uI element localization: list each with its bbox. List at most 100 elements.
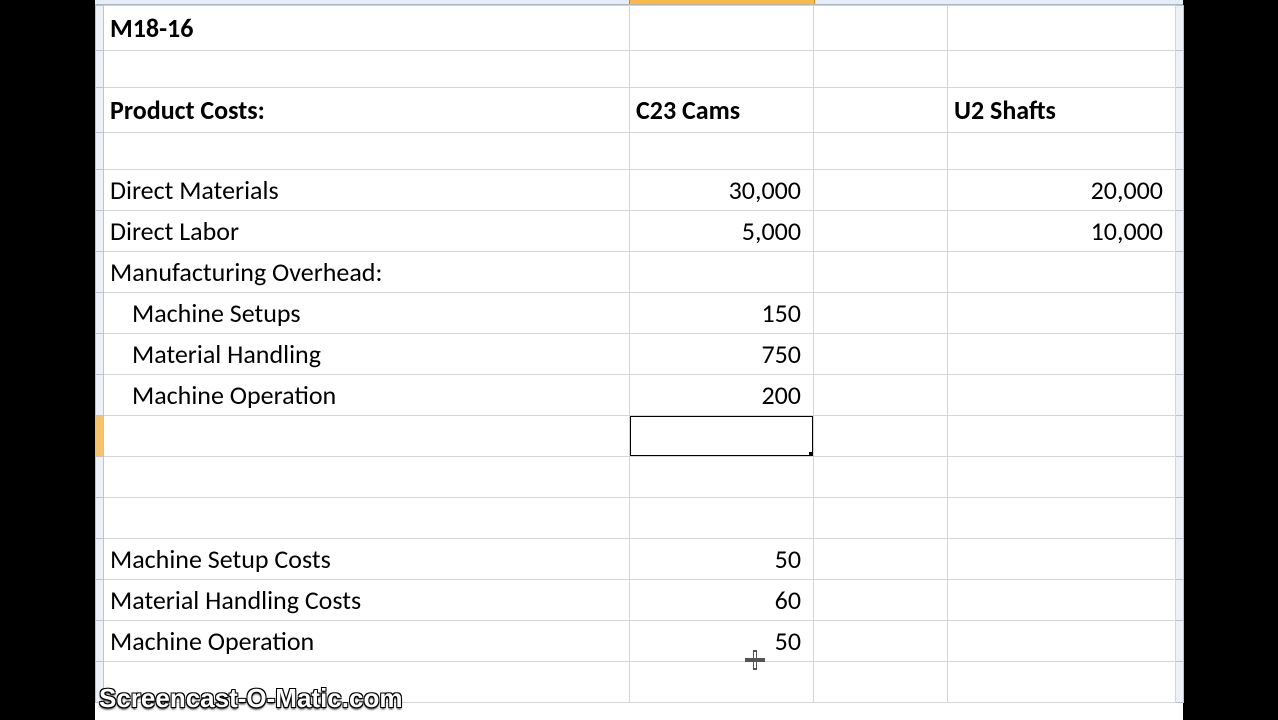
cell-value[interactable]: 30,000 [630,170,814,211]
cell[interactable] [948,580,1176,621]
cell[interactable] [948,252,1176,293]
cell[interactable] [814,662,948,703]
cell[interactable] [104,498,630,539]
cell-value[interactable]: 20,000 [948,170,1176,211]
cell[interactable] [1176,416,1184,457]
cell[interactable] [630,252,814,293]
cell[interactable] [948,416,1176,457]
cell[interactable] [814,539,948,580]
cell[interactable] [948,51,1176,88]
row-header[interactable] [96,88,104,133]
cell[interactable] [630,133,814,170]
cell[interactable] [104,51,630,88]
cell[interactable] [814,457,948,498]
row-header[interactable] [96,334,104,375]
cell[interactable] [104,133,630,170]
cell[interactable] [948,133,1176,170]
cell[interactable] [630,6,814,51]
cell[interactable] [814,621,948,662]
cell[interactable] [814,334,948,375]
cell[interactable] [948,621,1176,662]
row-header[interactable] [96,51,104,88]
cell[interactable] [814,375,948,416]
row-label-material-handling[interactable]: Material Handling [104,334,630,375]
cell[interactable] [948,498,1176,539]
cell[interactable] [814,6,948,51]
cell[interactable] [948,662,1176,703]
cell[interactable] [1176,88,1184,133]
cell[interactable] [948,539,1176,580]
column-header-strip[interactable] [95,0,1183,5]
cell[interactable] [630,662,814,703]
col-header-u2[interactable]: U2 Shafts [948,88,1176,133]
cell-value[interactable]: 750 [630,334,814,375]
row-header[interactable] [96,133,104,170]
row-label-machine-setup-costs[interactable]: Machine Setup Costs [104,539,630,580]
row-header[interactable] [96,457,104,498]
cell[interactable] [814,211,948,252]
row-header[interactable] [96,539,104,580]
cell[interactable] [1176,498,1184,539]
cell-value[interactable]: 50 [630,539,814,580]
cell[interactable] [814,170,948,211]
spreadsheet-grid[interactable]: M18-16 Product Costs: C23 Cams U2 Shafts [95,5,1184,703]
cell[interactable] [814,293,948,334]
selected-cell[interactable] [630,416,814,457]
cell[interactable] [1176,375,1184,416]
cell[interactable] [1176,6,1184,51]
cell[interactable] [948,6,1176,51]
cell[interactable] [1176,334,1184,375]
cell[interactable] [1176,252,1184,293]
cell[interactable] [814,580,948,621]
cell[interactable] [814,498,948,539]
cell[interactable] [814,252,948,293]
cell[interactable] [1176,662,1184,703]
cell[interactable] [814,88,948,133]
cell-value[interactable]: 60 [630,580,814,621]
cell[interactable] [630,498,814,539]
cell-value[interactable]: 5,000 [630,211,814,252]
cell[interactable] [104,416,630,457]
row-header[interactable] [96,170,104,211]
row-label-mfg-overhead[interactable]: Manufacturing Overhead: [104,252,630,293]
cell[interactable] [814,51,948,88]
cell[interactable] [630,51,814,88]
row-label-machine-operation[interactable]: Machine Operation [104,375,630,416]
cell-value[interactable]: 200 [630,375,814,416]
row-header-selected[interactable] [96,416,104,457]
row-header[interactable] [96,662,104,703]
cell[interactable] [1176,133,1184,170]
row-header[interactable] [96,211,104,252]
row-header[interactable] [96,252,104,293]
cell[interactable] [1176,621,1184,662]
cell[interactable] [814,416,948,457]
cell[interactable] [1176,170,1184,211]
row-label-machine-setups[interactable]: Machine Setups [104,293,630,334]
row-header[interactable] [96,498,104,539]
row-header[interactable] [96,293,104,334]
cell[interactable] [948,375,1176,416]
col-header-c23[interactable]: C23 Cams [630,88,814,133]
cell[interactable] [948,293,1176,334]
cell[interactable] [948,457,1176,498]
cell[interactable] [1176,211,1184,252]
row-label-machine-operation2[interactable]: Machine Operation [104,621,630,662]
cell-section-header[interactable]: Product Costs: [104,88,630,133]
cell[interactable] [630,457,814,498]
cell[interactable] [1176,293,1184,334]
cell[interactable] [1176,51,1184,88]
cell-title[interactable]: M18-16 [104,6,630,51]
cell[interactable] [1176,539,1184,580]
row-label-material-handling-costs[interactable]: Material Handling Costs [104,580,630,621]
cell[interactable] [814,133,948,170]
cell[interactable] [948,334,1176,375]
cell-value[interactable]: 50 [630,621,814,662]
row-label-direct-labor[interactable]: Direct Labor [104,211,630,252]
cell[interactable] [1176,457,1184,498]
row-header[interactable] [96,6,104,51]
row-header[interactable] [96,621,104,662]
cell[interactable] [104,457,630,498]
row-header[interactable] [96,580,104,621]
cell[interactable] [104,662,630,703]
cell[interactable] [1176,580,1184,621]
